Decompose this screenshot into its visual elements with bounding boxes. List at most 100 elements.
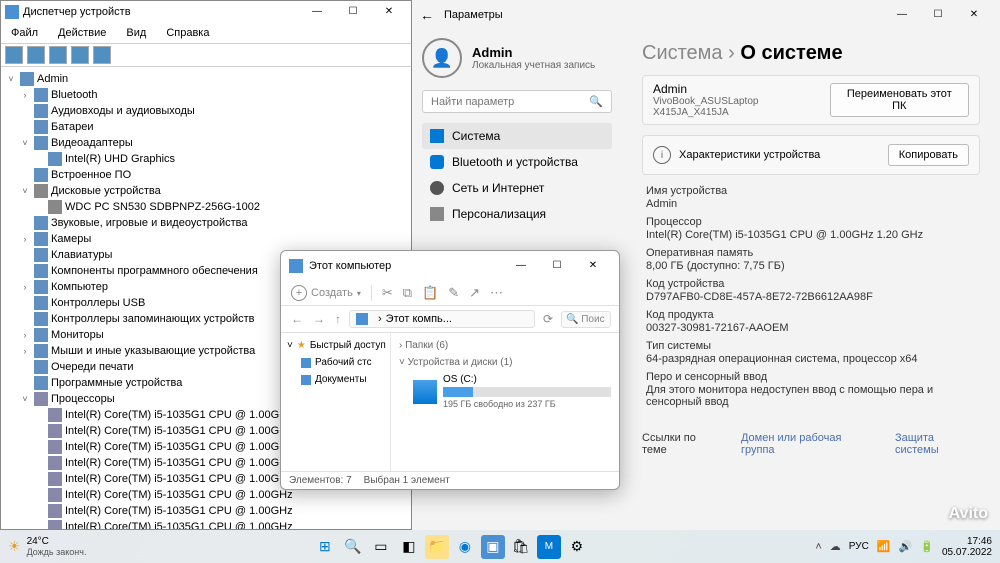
volume-icon[interactable]: 🔊 bbox=[899, 540, 913, 553]
tree-cameras[interactable]: ›Камеры bbox=[5, 231, 407, 247]
drive-item[interactable]: OS (C:) 195 ГБ свободно из 237 ГБ bbox=[399, 371, 611, 412]
explorer-button[interactable]: 📁 bbox=[425, 535, 449, 559]
start-button[interactable]: ⊞ bbox=[313, 535, 337, 559]
side-documents[interactable]: Документы bbox=[285, 371, 386, 388]
rename-pc-button[interactable]: Переименовать этот ПК bbox=[830, 83, 969, 117]
search-button[interactable]: 🔍 bbox=[341, 535, 365, 559]
settings-titlebar[interactable]: ← Параметры — ☐ ✕ bbox=[412, 0, 1000, 30]
tree-batteries[interactable]: Батареи bbox=[5, 119, 407, 135]
search-input[interactable] bbox=[431, 96, 589, 108]
explorer-icon bbox=[289, 259, 303, 273]
toolbar-icon[interactable] bbox=[93, 46, 111, 64]
app-button[interactable]: ▣ bbox=[481, 535, 505, 559]
breadcrumb: Система › О системе bbox=[642, 42, 980, 65]
refresh-icon[interactable]: ⟳ bbox=[541, 312, 555, 326]
tree-video[interactable]: ˅Видеоадаптеры bbox=[5, 135, 407, 151]
toolbar-icon[interactable] bbox=[5, 46, 23, 64]
store-button[interactable]: 🛍 bbox=[509, 535, 533, 559]
onedrive-icon[interactable]: ☁ bbox=[830, 540, 841, 553]
nav-personalization[interactable]: Персонализация bbox=[422, 201, 612, 227]
devmgr-menubar: Файл Действие Вид Справка bbox=[1, 23, 411, 44]
nav-bluetooth[interactable]: Bluetooth и устройства bbox=[422, 149, 612, 175]
chevron-up-icon[interactable]: ˄ bbox=[815, 541, 821, 553]
settings-button[interactable]: ⚙ bbox=[565, 535, 589, 559]
battery-icon[interactable]: 🔋 bbox=[920, 540, 934, 553]
explorer-search[interactable]: 🔍 Поис bbox=[561, 311, 611, 328]
search-box[interactable]: 🔍 bbox=[422, 90, 612, 113]
tree-bluetooth[interactable]: ›Bluetooth bbox=[5, 87, 407, 103]
link-domain[interactable]: Домен или рабочая группа bbox=[741, 432, 877, 456]
nav-up-icon[interactable]: ↑ bbox=[333, 312, 343, 326]
info-icon: i bbox=[653, 146, 671, 164]
tree-sound[interactable]: Звуковые, игровые и видеоустройства bbox=[5, 215, 407, 231]
maximize-button[interactable]: ☐ bbox=[539, 256, 575, 276]
tree-audio[interactable]: Аудиовходы и аудиовыходы bbox=[5, 103, 407, 119]
share-icon[interactable]: ↗ bbox=[469, 285, 480, 301]
tree-root[interactable]: ˅Admin bbox=[5, 71, 407, 87]
tree-disks[interactable]: ˅Дисковые устройства bbox=[5, 183, 407, 199]
close-button[interactable]: ✕ bbox=[371, 2, 407, 22]
minimize-button[interactable]: — bbox=[299, 2, 335, 22]
status-count: Элементов: 7 bbox=[289, 475, 352, 486]
clock[interactable]: 17:46 05.07.2022 bbox=[942, 536, 992, 558]
minimize-button[interactable]: — bbox=[503, 256, 539, 276]
back-icon[interactable]: ← bbox=[420, 7, 434, 23]
app-button[interactable]: M bbox=[537, 535, 561, 559]
nav-system[interactable]: Система bbox=[422, 123, 612, 149]
edge-button[interactable]: ◉ bbox=[453, 535, 477, 559]
toolbar-icon[interactable] bbox=[49, 46, 67, 64]
drive-icon bbox=[413, 380, 437, 404]
specs-header[interactable]: i Характеристики устройства Копировать bbox=[642, 135, 980, 175]
nav-back-icon[interactable]: ← bbox=[289, 312, 305, 326]
tree-gpu[interactable]: Intel(R) UHD Graphics bbox=[5, 151, 407, 167]
copy-button[interactable]: Копировать bbox=[888, 144, 969, 166]
toolbar-icon[interactable] bbox=[27, 46, 45, 64]
side-desktop[interactable]: Рабочий стс bbox=[285, 354, 386, 371]
cut-icon[interactable]: ✂ bbox=[382, 285, 393, 301]
address-bar[interactable]: ›Этот компь... bbox=[349, 310, 535, 328]
settings-content: Система › О системе Admin VivoBook_ASUSL… bbox=[622, 30, 1000, 530]
side-quick-access[interactable]: ˅★Быстрый доступ bbox=[285, 337, 386, 354]
close-button[interactable]: ✕ bbox=[575, 256, 611, 276]
group-folders[interactable]: › Папки (6) bbox=[399, 337, 611, 354]
menu-action[interactable]: Действие bbox=[54, 25, 110, 41]
watermark: Avito bbox=[949, 505, 988, 523]
menu-view[interactable]: Вид bbox=[122, 25, 150, 41]
taskview-button[interactable]: ▭ bbox=[369, 535, 393, 559]
taskbar-weather[interactable]: ☀ 24°C Дождь законч. bbox=[8, 536, 86, 557]
menu-file[interactable]: Файл bbox=[7, 25, 42, 41]
nav-forward-icon[interactable]: → bbox=[311, 312, 327, 326]
explorer-navbar: ← → ↑ ›Этот компь... ⟳ 🔍 Поис bbox=[281, 306, 619, 333]
user-subtitle: Локальная учетная запись bbox=[472, 60, 595, 71]
tree-firmware[interactable]: Встроенное ПО bbox=[5, 167, 407, 183]
devmgr-titlebar[interactable]: Диспетчер устройств — ☐ ✕ bbox=[1, 1, 411, 23]
weather-icon: ☀ bbox=[8, 538, 21, 555]
widgets-button[interactable]: ◧ bbox=[397, 535, 421, 559]
nav-network[interactable]: Сеть и Интернет bbox=[422, 175, 612, 201]
group-drives[interactable]: ˅ Устройства и диски (1) bbox=[399, 354, 611, 371]
tree-cpu-item[interactable]: Intel(R) Core(TM) i5-1035G1 CPU @ 1.00GH… bbox=[5, 503, 407, 519]
drive-name: OS (C:) bbox=[443, 374, 611, 385]
system-icon bbox=[430, 129, 444, 143]
wifi-icon[interactable]: 📶 bbox=[877, 540, 891, 553]
maximize-button[interactable]: ☐ bbox=[920, 5, 956, 25]
paste-icon[interactable]: 📋 bbox=[422, 285, 438, 301]
explorer-sidebar: ˅★Быстрый доступ Рабочий стс Документы bbox=[281, 333, 391, 471]
tree-cpu-item[interactable]: Intel(R) Core(TM) i5-1035G1 CPU @ 1.00GH… bbox=[5, 519, 407, 529]
device-model: VivoBook_ASUSLaptop X415JA_X415JA bbox=[653, 96, 830, 118]
user-box[interactable]: 👤 Admin Локальная учетная запись bbox=[422, 38, 612, 78]
rename-icon[interactable]: ✎ bbox=[448, 285, 459, 301]
explorer-titlebar[interactable]: Этот компьютер — ☐ ✕ bbox=[281, 251, 619, 281]
more-icon[interactable]: ⋯ bbox=[490, 285, 503, 301]
minimize-button[interactable]: — bbox=[884, 5, 920, 25]
lang-indicator[interactable]: РУС bbox=[849, 541, 869, 552]
copy-icon[interactable]: ⧉ bbox=[403, 285, 412, 301]
create-button[interactable]: +Создать▾ bbox=[291, 285, 361, 301]
toolbar-icon[interactable] bbox=[71, 46, 89, 64]
close-button[interactable]: ✕ bbox=[956, 5, 992, 25]
menu-help[interactable]: Справка bbox=[162, 25, 213, 41]
tree-disk-item[interactable]: WDC PC SN530 SDBPNPZ-256G-1002 bbox=[5, 199, 407, 215]
link-protection[interactable]: Защита системы bbox=[895, 432, 980, 456]
drive-usage-bar bbox=[443, 387, 611, 397]
maximize-button[interactable]: ☐ bbox=[335, 2, 371, 22]
